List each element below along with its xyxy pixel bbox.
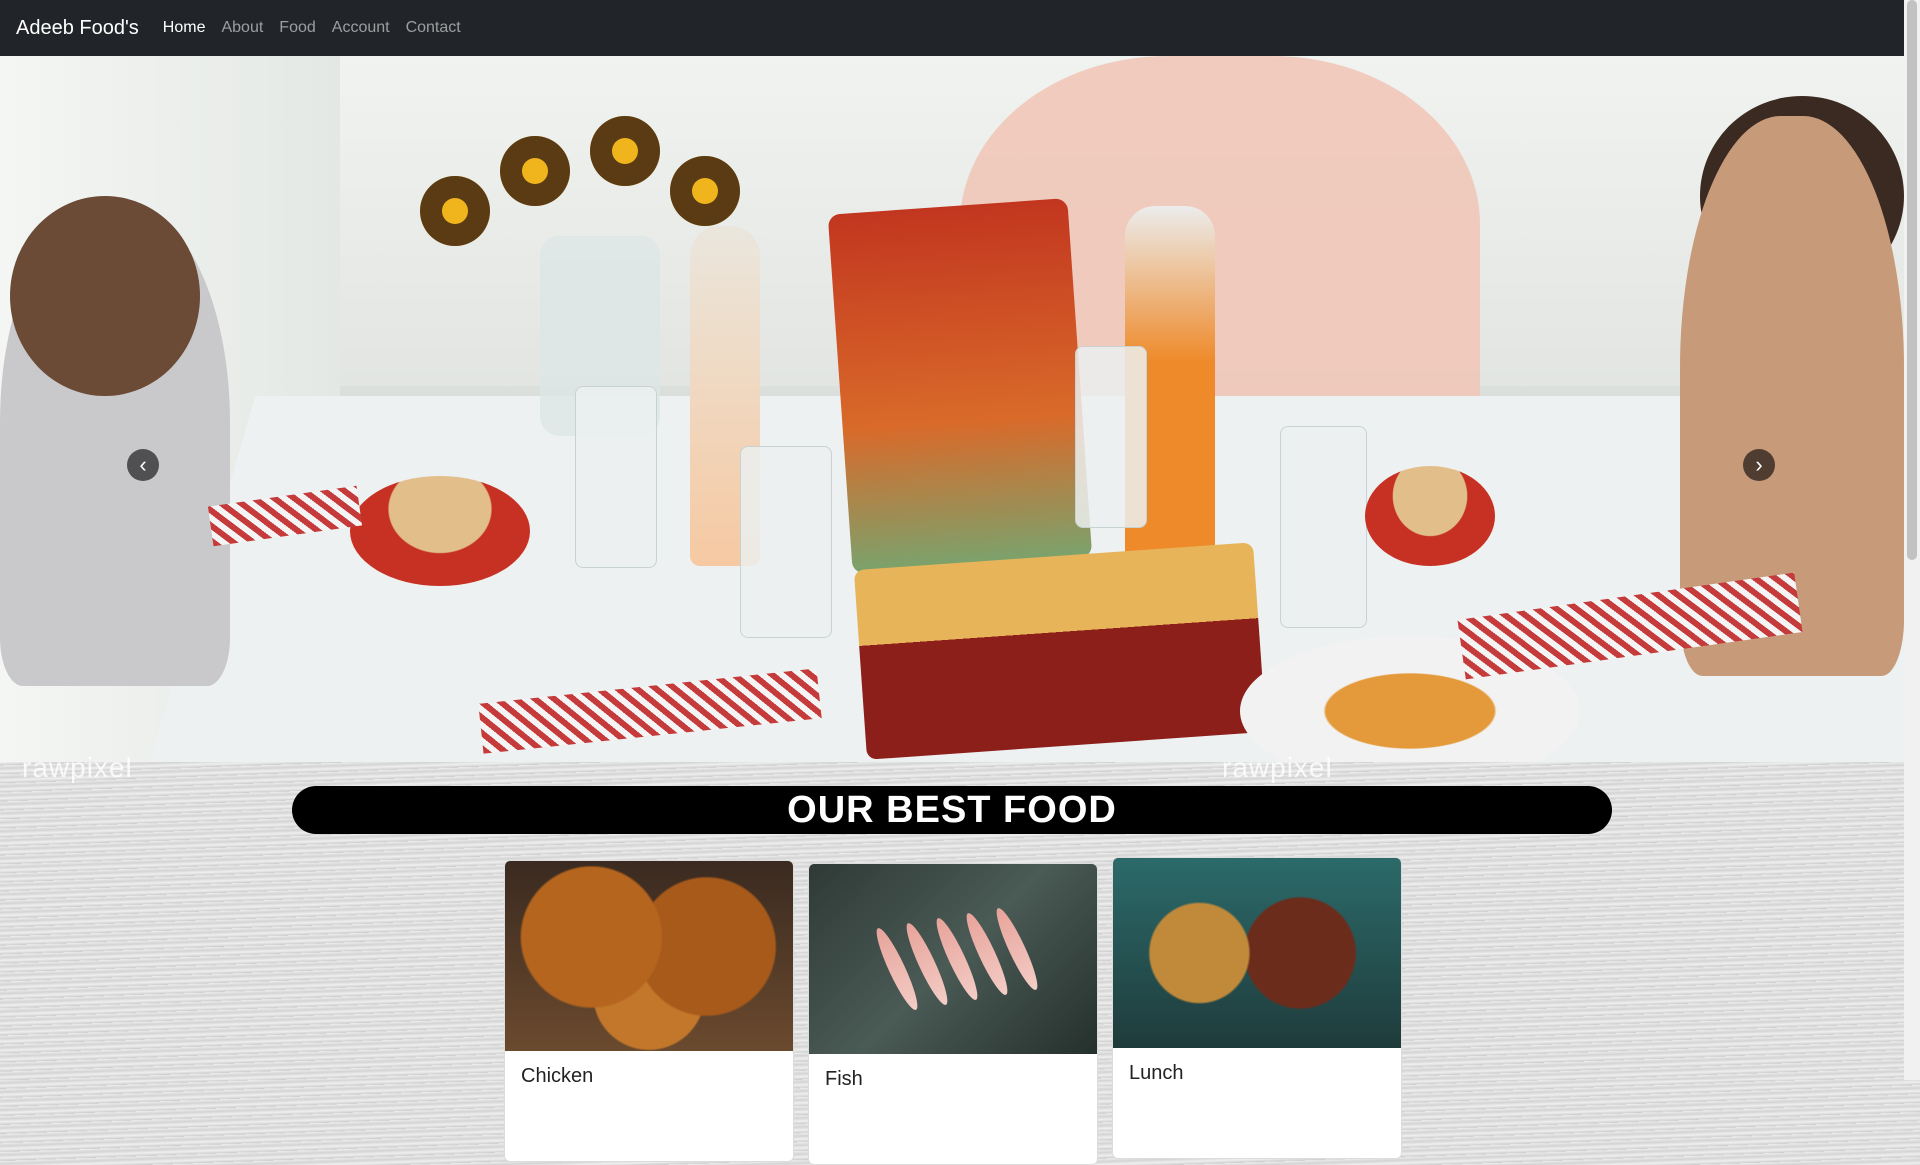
card-title: Lunch — [1129, 1062, 1184, 1084]
child-left-head — [10, 196, 200, 396]
fish-image — [809, 864, 1097, 1054]
sunflower — [670, 156, 740, 226]
top-navbar: Adeeb Food's Home About Food Account Con… — [0, 0, 1904, 56]
chevron-left-icon: ‹ — [139, 452, 147, 477]
water-glass — [740, 446, 832, 638]
red-bowl — [350, 476, 530, 586]
food-card[interactable]: Chicken — [504, 860, 794, 1162]
carousel-next-button[interactable]: › — [1743, 449, 1775, 481]
hero-carousel: ‹ › — [0, 56, 1904, 762]
nav-link-contact[interactable]: Contact — [406, 19, 461, 37]
red-bowl — [1365, 466, 1495, 566]
card-title: Chicken — [521, 1065, 594, 1087]
page-scrollbar[interactable] — [1904, 0, 1920, 1080]
food-card[interactable]: Lunch — [1112, 857, 1402, 1159]
sunflower — [500, 136, 570, 206]
scrollbar-thumb[interactable] — [1907, 0, 1917, 560]
nav-link-food[interactable]: Food — [279, 19, 315, 37]
chicken-image — [505, 861, 793, 1051]
brand-link[interactable]: Adeeb Food's — [16, 17, 139, 40]
nav-link-account[interactable]: Account — [332, 19, 390, 37]
section-title: OUR BEST FOOD — [292, 786, 1612, 834]
watermark: rawpixel — [22, 752, 133, 783]
chevron-right-icon: › — [1755, 452, 1763, 477]
food-card[interactable]: Fish — [808, 863, 1098, 1165]
water-glass — [1075, 346, 1147, 528]
water-glass — [1280, 426, 1367, 628]
nav-link-home[interactable]: Home — [163, 19, 206, 37]
sunflower — [420, 176, 490, 246]
fries-dish — [853, 542, 1267, 760]
nav-link-about[interactable]: About — [221, 19, 263, 37]
carousel-prev-button[interactable]: ‹ — [127, 449, 159, 481]
watermark: rawpixel — [1222, 752, 1333, 783]
water-glass — [575, 386, 657, 568]
sunflower — [590, 116, 660, 186]
nuggets-bag — [827, 198, 1093, 574]
lunch-image — [1113, 858, 1401, 1048]
